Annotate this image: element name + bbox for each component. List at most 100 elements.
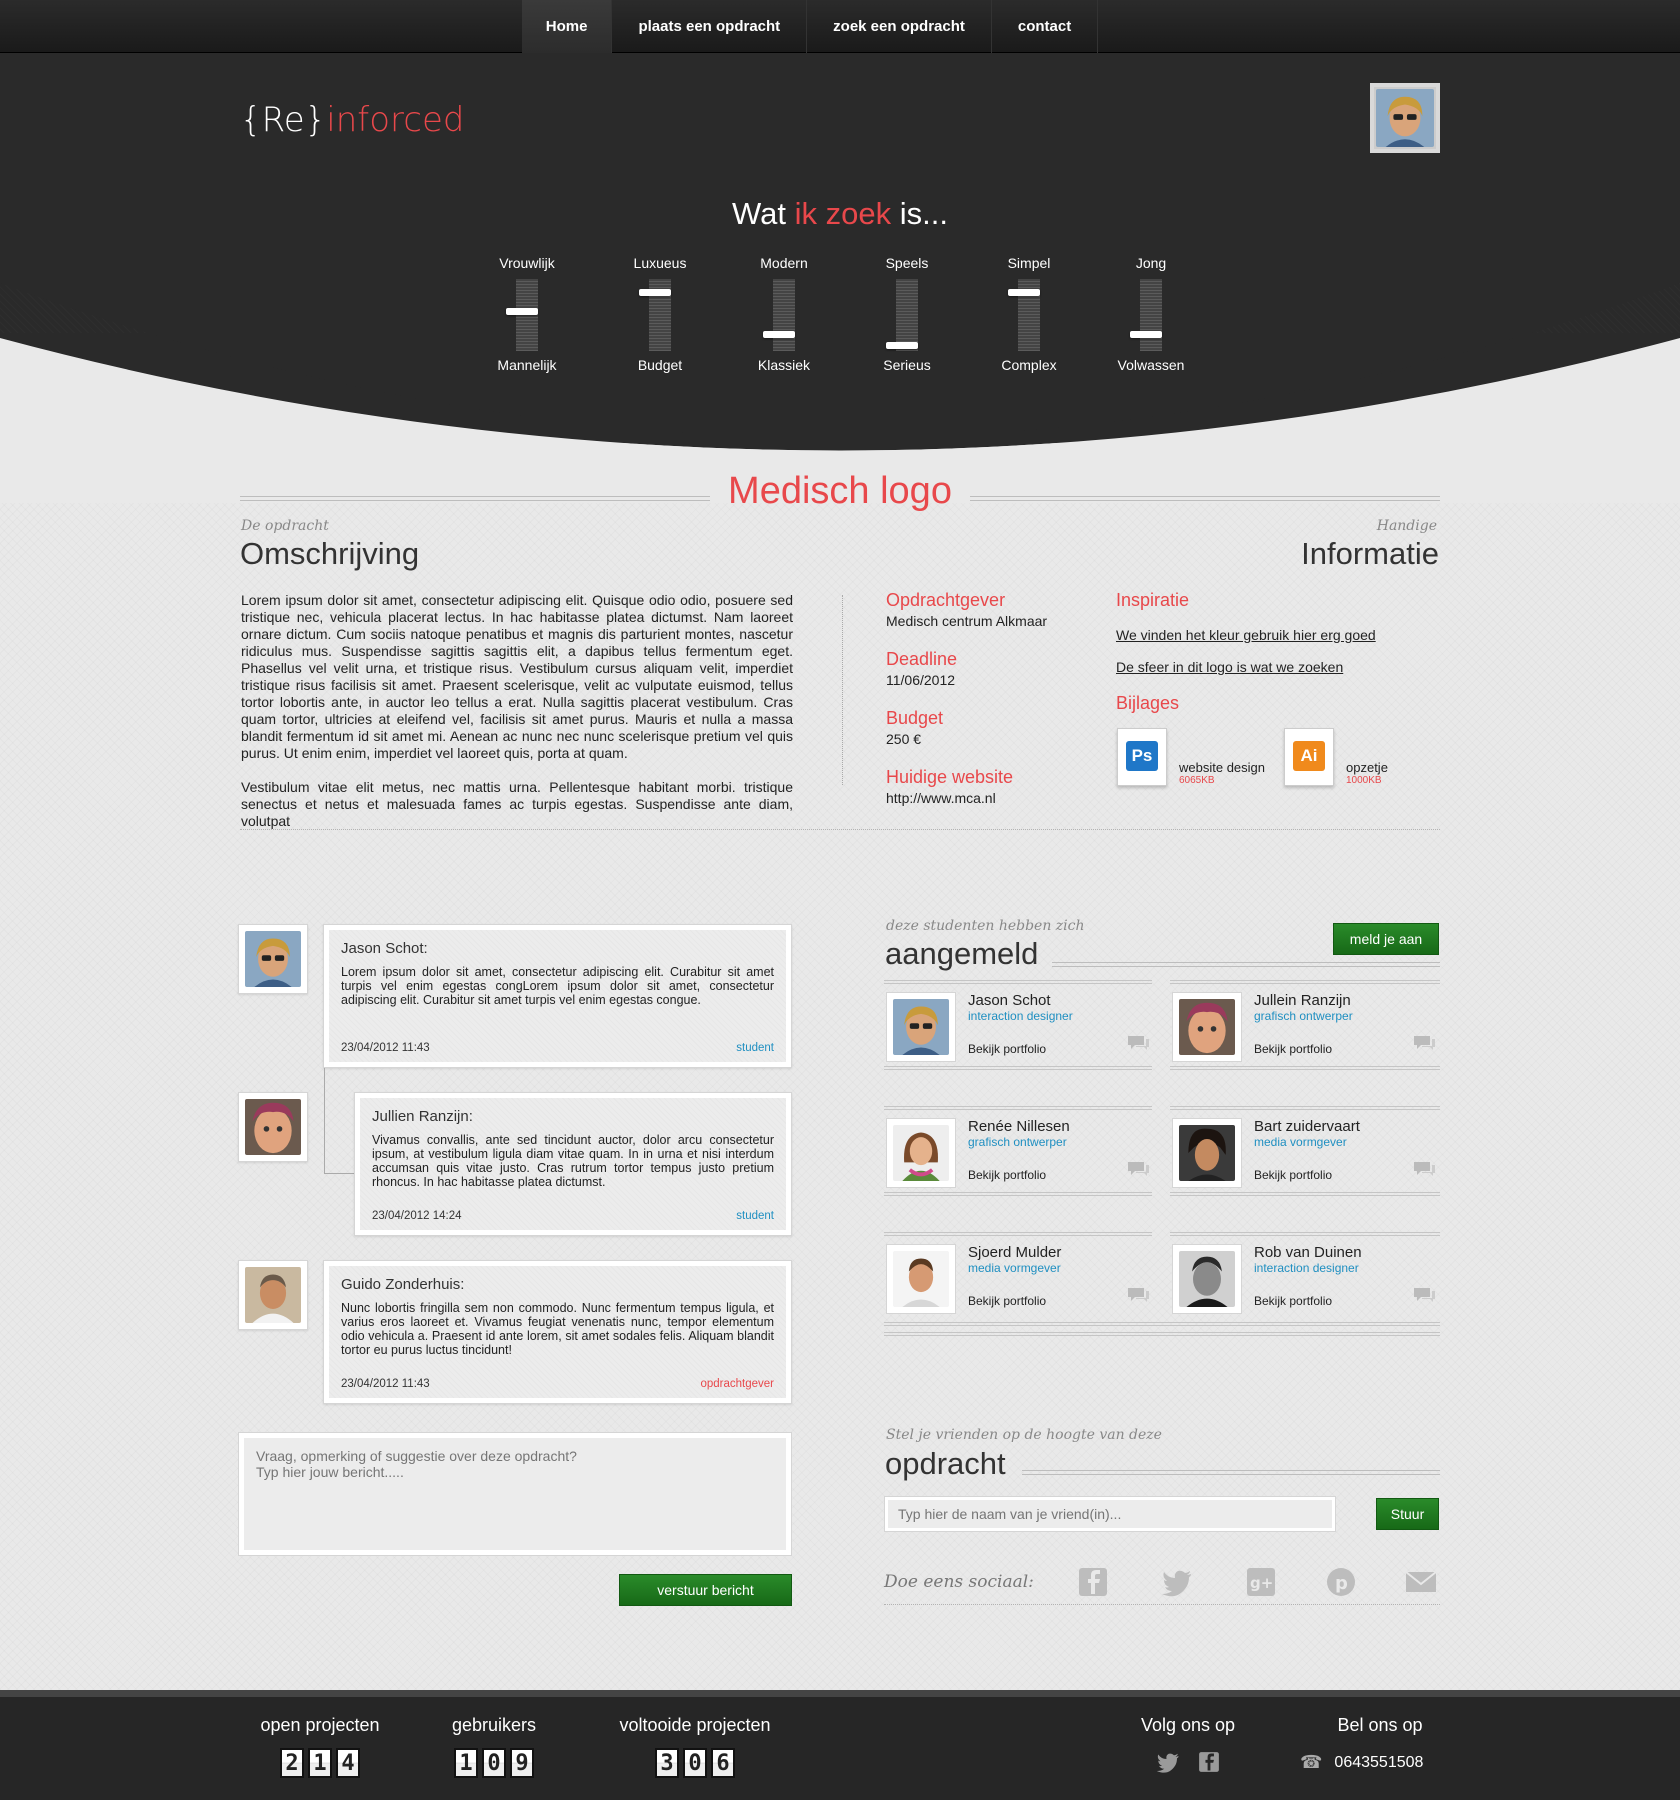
student-name[interactable]: Jullein Ranzijn <box>1254 992 1351 1009</box>
avatar-photo <box>245 1267 301 1323</box>
chat-bubble-icon[interactable] <box>1412 1286 1436 1304</box>
student-avatar[interactable] <box>886 1244 956 1314</box>
chat-bubble-icon[interactable] <box>1412 1034 1436 1052</box>
phone-number[interactable]: 0643551508 <box>1334 1754 1423 1772</box>
portfolio-link[interactable]: Bekijk portfolio <box>1254 1294 1332 1308</box>
comment-avatar <box>238 924 308 994</box>
site-logo[interactable]: {Re}inforced <box>240 100 464 140</box>
slider-track[interactable] <box>886 279 918 351</box>
students-kicker: deze studenten hebben zich <box>886 918 1085 934</box>
info-label: Budget <box>886 708 944 728</box>
info-value: Medisch centrum Alkmaar <box>886 613 1048 629</box>
user-avatar[interactable] <box>1370 83 1440 153</box>
description-heading: Omschrijving <box>240 536 420 571</box>
student-name[interactable]: Sjoerd Mulder <box>968 1244 1061 1261</box>
slider-simpel-complex[interactable]: Simpel Complex <box>974 255 1084 373</box>
comment-text: Lorem ipsum dolor sit amet, consectetur … <box>341 965 774 1007</box>
attachment-psd[interactable]: Ps website design 6065KB <box>1117 728 1265 786</box>
slider-handle[interactable] <box>1008 289 1040 296</box>
slider-handle[interactable] <box>763 331 795 338</box>
student-divider <box>1170 1192 1440 1196</box>
message-input[interactable] <box>244 1438 786 1550</box>
facebook-icon[interactable] <box>1197 1750 1221 1774</box>
chat-bubble-icon[interactable] <box>1126 1160 1150 1178</box>
student-card: Bart zuidervaart media vormgever Bekijk … <box>1170 1110 1440 1194</box>
attachment-ai[interactable]: Ai opzetje 1000KB <box>1284 728 1388 786</box>
student-name[interactable]: Jason Schot <box>968 992 1051 1009</box>
comment-avatar <box>238 1092 308 1162</box>
send-invite-button[interactable]: Stuur <box>1376 1498 1439 1530</box>
portfolio-link[interactable]: Bekijk portfolio <box>1254 1168 1332 1182</box>
pinterest-icon[interactable]: p <box>1324 1566 1358 1598</box>
facebook-icon[interactable] <box>1076 1566 1110 1598</box>
student-name[interactable]: Rob van Duinen <box>1254 1244 1362 1261</box>
signup-button[interactable]: meld je aan <box>1333 923 1439 955</box>
student-avatar[interactable] <box>886 992 956 1062</box>
portfolio-link[interactable]: Bekijk portfolio <box>968 1294 1046 1308</box>
nav-zoek-opdracht[interactable]: zoek een opdracht <box>807 0 992 53</box>
slider-track[interactable] <box>1008 279 1040 351</box>
student-photo <box>1179 1251 1235 1307</box>
info-value[interactable]: http://www.mca.nl <box>886 790 1086 806</box>
friend-name-input[interactable] <box>888 1500 1332 1528</box>
info-value: 11/06/2012 <box>886 672 956 688</box>
chat-bubble-icon[interactable] <box>1126 1286 1150 1304</box>
follow-us: Volg ons op <box>1128 1715 1248 1774</box>
send-message-button[interactable]: verstuur bericht <box>619 1574 792 1606</box>
chat-bubble-icon[interactable] <box>1126 1034 1150 1052</box>
comment-reply: Jullien Ranzijn: Vivamus convallis, ante… <box>354 1092 792 1236</box>
slider-handle[interactable] <box>886 342 918 349</box>
students-heading-line <box>1052 962 1440 967</box>
twitter-icon[interactable] <box>1155 1750 1181 1774</box>
slider-handle[interactable] <box>1130 331 1162 338</box>
student-avatar[interactable] <box>1172 1244 1242 1314</box>
slider-handle[interactable] <box>506 308 538 315</box>
chat-bubble-icon[interactable] <box>1412 1160 1436 1178</box>
portfolio-link[interactable]: Bekijk portfolio <box>968 1168 1046 1182</box>
friend-input-box <box>884 1496 1336 1532</box>
info-item: Deadline 11/06/2012 <box>886 649 1086 688</box>
twitter-icon[interactable] <box>1160 1566 1194 1598</box>
student-role: interaction designer <box>968 1009 1073 1023</box>
student-role: grafisch ontwerper <box>968 1135 1067 1149</box>
call-label: Bel ons op <box>1337 1715 1423 1735</box>
students-heading: aangemeld <box>885 936 1039 971</box>
googleplus-icon[interactable]: g+ <box>1244 1566 1278 1598</box>
student-name[interactable]: Renée Nillesen <box>968 1118 1070 1135</box>
inspiration-link[interactable]: We vinden het kleur gebruik hier erg goe… <box>1116 627 1446 643</box>
comment-role: opdrachtgever <box>700 1378 774 1390</box>
user-avatar-photo <box>1376 89 1434 147</box>
slider-handle[interactable] <box>639 289 671 296</box>
mail-icon[interactable] <box>1404 1566 1438 1598</box>
student-card: Jullein Ranzijn grafisch ontwerper Bekij… <box>1170 984 1440 1068</box>
nav-plaats-opdracht[interactable]: plaats een opdracht <box>612 0 808 53</box>
slider-jong-volwassen[interactable]: Jong Volwassen <box>1096 255 1206 373</box>
slider-bottom-label: Complex <box>1001 357 1057 373</box>
description-paragraph: Lorem ipsum dolor sit amet, consectetur … <box>241 592 793 761</box>
student-avatar[interactable] <box>886 1118 956 1188</box>
portfolio-link[interactable]: Bekijk portfolio <box>968 1042 1046 1056</box>
slider-track[interactable] <box>506 279 538 351</box>
info-item: Huidige website http://www.mca.nl <box>886 767 1086 806</box>
student-name[interactable]: Bart zuidervaart <box>1254 1118 1360 1135</box>
info-label: Deadline <box>886 649 958 669</box>
slider-modern-klassiek[interactable]: Modern Klassiek <box>729 255 839 373</box>
student-avatar[interactable] <box>1172 1118 1242 1188</box>
stat-label: gebruikers <box>451 1715 537 1735</box>
attachment-name: website design <box>1179 760 1265 775</box>
slider-luxueus-budget[interactable]: Luxueus Budget <box>605 255 715 373</box>
comment-date: 23/04/2012 14:24 <box>372 1210 462 1222</box>
slider-track[interactable] <box>639 279 671 351</box>
top-navigation: Home plaats een opdracht zoek een opdrac… <box>0 0 1680 53</box>
inspiration-link[interactable]: De sfeer in dit logo is wat we zoeken <box>1116 659 1446 675</box>
slider-track[interactable] <box>763 279 795 351</box>
nav-contact[interactable]: contact <box>992 0 1099 53</box>
portfolio-link[interactable]: Bekijk portfolio <box>1254 1042 1332 1056</box>
student-avatar[interactable] <box>1172 992 1242 1062</box>
slider-speels-serieus[interactable]: Speels Serieus <box>852 255 962 373</box>
nav-home[interactable]: Home <box>521 0 613 53</box>
stat-users: gebruikers 1 0 9 <box>434 1715 554 1778</box>
slider-vrouwlijk-mannelijk[interactable]: Vrouwlijk Mannelijk <box>472 255 582 373</box>
slider-bottom-label: Volwassen <box>1117 357 1185 373</box>
slider-track[interactable] <box>1130 279 1162 351</box>
